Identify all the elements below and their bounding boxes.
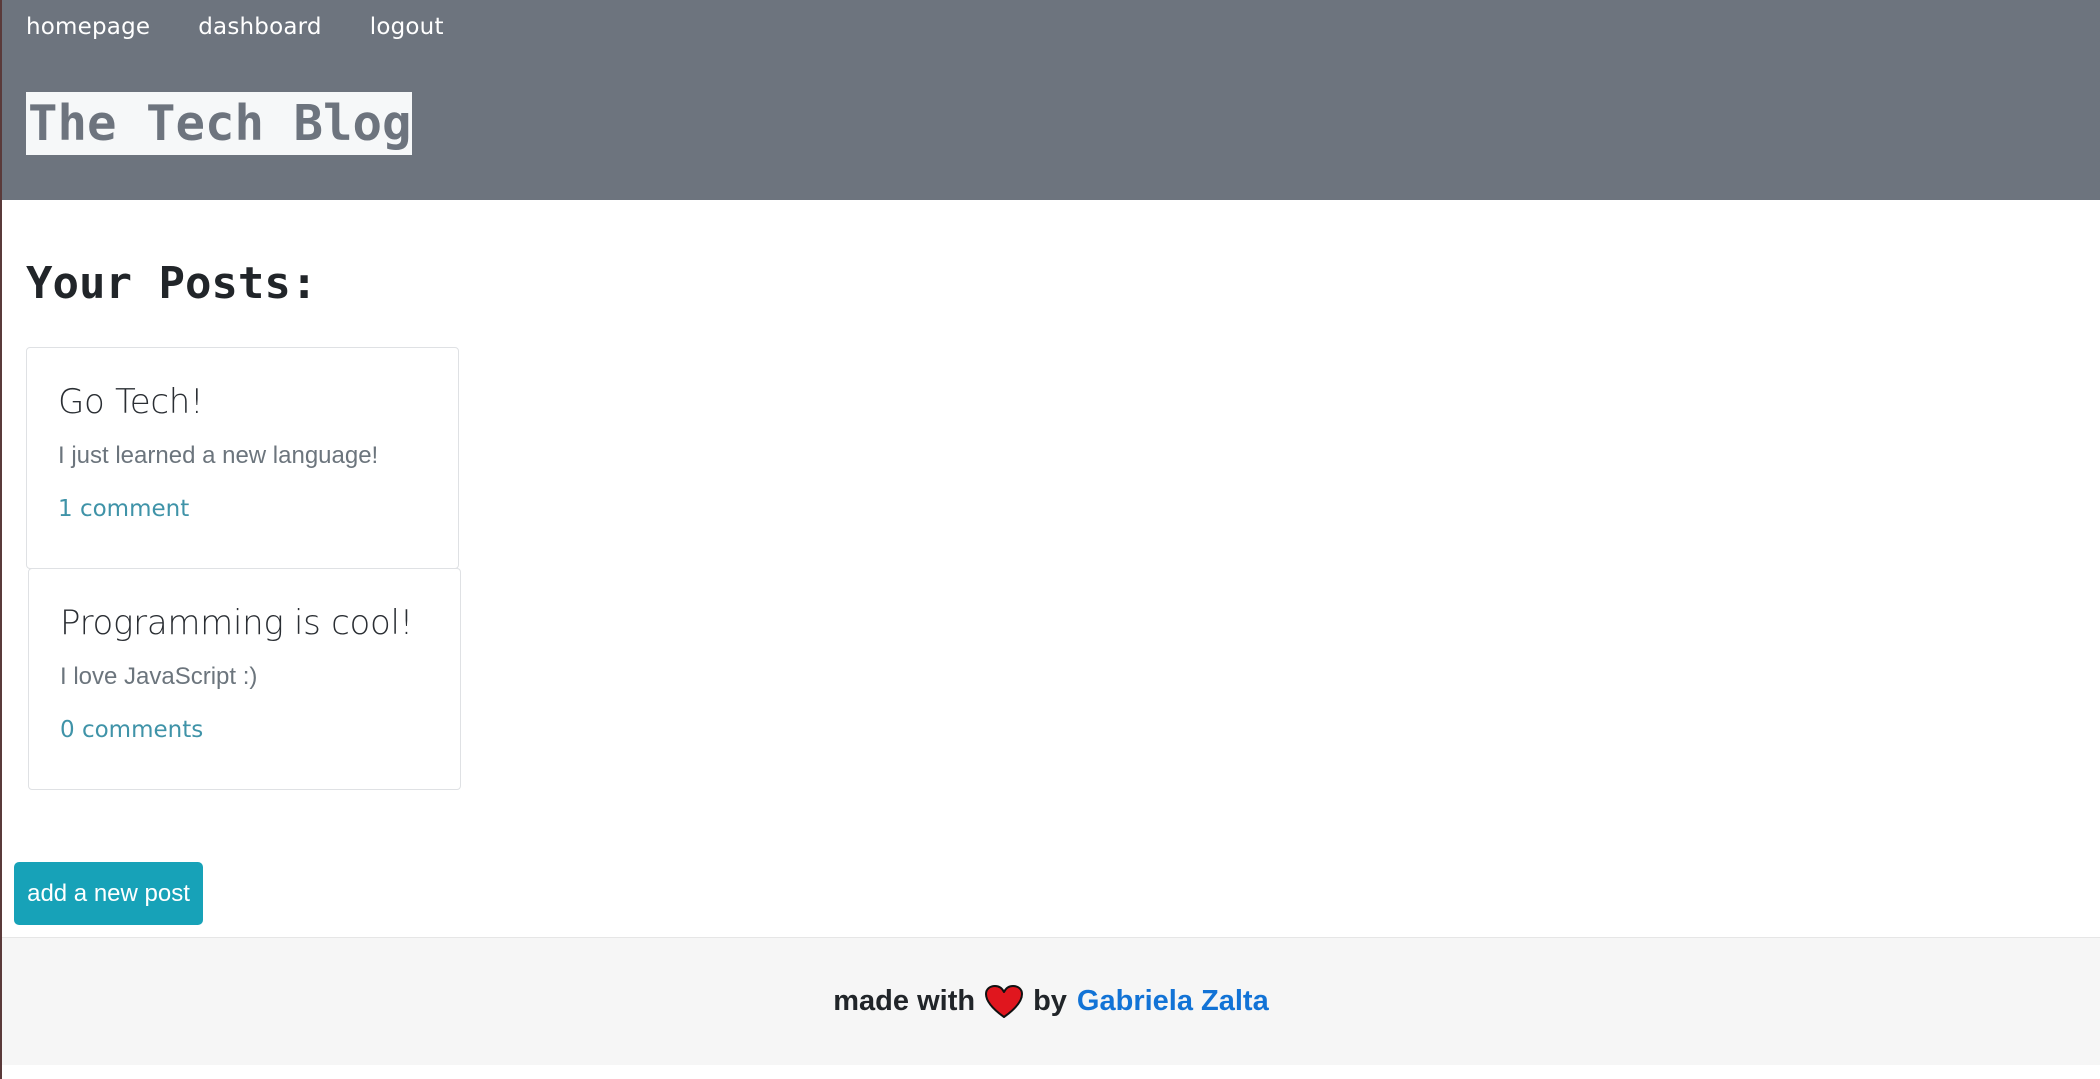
top-nav: homepage dashboard logout xyxy=(26,14,444,40)
nav-link-logout[interactable]: logout xyxy=(370,14,444,40)
post-comments-link[interactable]: 1 comment xyxy=(58,496,189,522)
footer-made-with: made with xyxy=(833,985,976,1017)
site-title: The Tech Blog xyxy=(26,92,412,155)
footer-by: by xyxy=(1033,985,1067,1017)
post-title[interactable]: Programming is cool! xyxy=(60,603,429,643)
post-card[interactable]: Go Tech! I just learned a new language! … xyxy=(26,347,459,569)
page-title: Your Posts: xyxy=(26,258,318,309)
post-comments-link[interactable]: 0 comments xyxy=(60,717,203,743)
add-new-post-button[interactable]: add a new post xyxy=(14,862,203,925)
nav-link-dashboard[interactable]: dashboard xyxy=(198,14,321,40)
post-body: I just learned a new language! xyxy=(58,442,379,469)
post-title[interactable]: Go Tech! xyxy=(58,382,427,422)
site-header: homepage dashboard logout The Tech Blog xyxy=(2,0,2100,200)
post-card[interactable]: Programming is cool! I love JavaScript :… xyxy=(28,568,461,790)
author-link[interactable]: Gabriela Zalta xyxy=(1077,985,1269,1018)
nav-link-homepage[interactable]: homepage xyxy=(26,14,150,40)
footer-credit: made with by Gabriela Zalta xyxy=(833,984,1269,1019)
site-footer: made with by Gabriela Zalta xyxy=(2,937,2100,1065)
post-body: I love JavaScript :) xyxy=(60,663,258,690)
heart-icon xyxy=(985,984,1024,1019)
